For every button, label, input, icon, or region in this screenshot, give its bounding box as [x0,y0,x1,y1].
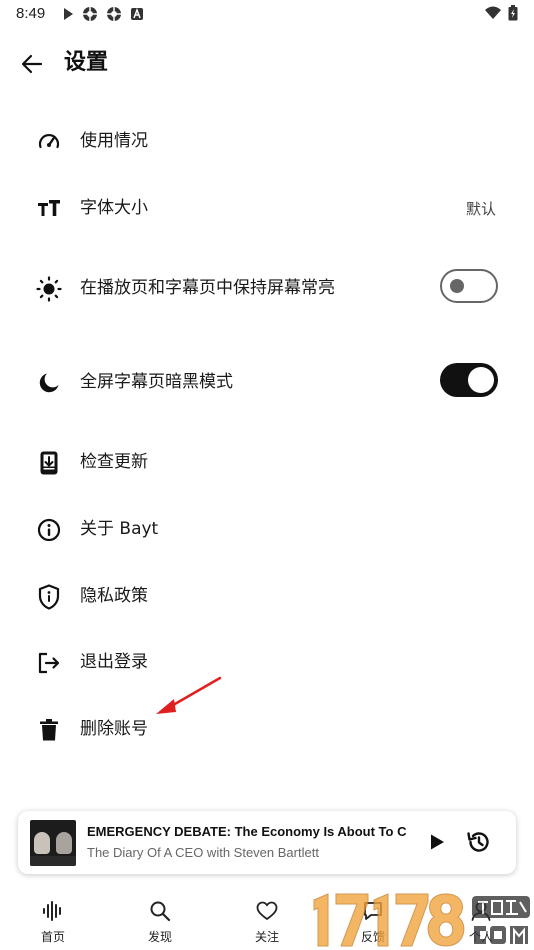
nav-label: 发现 [147,930,172,944]
font-size-value: 默认 [465,200,496,218]
settings-item-label: 关于 Bayt [80,519,159,539]
mini-player-subtitle: The Diary Of A CEO with Steven Bartlett [87,845,319,860]
moon-icon [36,370,62,396]
nav-tab-feedback[interactable]: 反馈 [338,896,408,946]
settings-item-privacy[interactable]: 隐私政策 [0,571,534,621]
nav-label: 首页 [40,930,65,944]
nav-label: 关注 [254,930,279,944]
status-notification-icons [62,6,144,22]
speedometer-icon [36,129,62,155]
settings-item-font-size[interactable]: 字体大小 默认 [0,183,534,233]
settings-item-about[interactable]: 关于 Bayt [0,504,534,554]
user-icon [468,898,494,924]
settings-item-keep-screen-on[interactable]: 在播放页和字幕页中保持屏幕常亮 [0,263,534,313]
settings-item-usage[interactable]: 使用情况 [0,116,534,166]
shield-icon [36,584,62,610]
podcast-cover-art [30,820,76,866]
history-icon [467,832,489,852]
toggle-knob [468,367,494,393]
bottom-nav: 首页 发现 关注 反馈 个人 [0,888,534,950]
settings-item-label: 删除账号 [80,719,148,739]
settings-item-label: 隐私政策 [80,586,148,606]
back-button[interactable] [16,48,48,80]
battery-icon [508,5,518,21]
mini-player-title: EMERGENCY DEBATE: The Economy Is About T… [87,824,407,839]
play-button[interactable] [424,829,450,855]
toggle-knob [450,279,464,293]
sun-icon [36,276,62,302]
settings-item-delete-account[interactable]: 删除账号 [0,704,534,754]
app-header: 设置 [0,40,534,86]
page-title: 设置 [64,50,109,75]
dark-mode-toggle[interactable] [440,363,498,397]
nav-tab-follow[interactable]: 关注 [232,896,302,946]
heart-icon [254,898,280,924]
app-notification-icon [131,7,143,20]
settings-item-label: 字体大小 [80,198,148,218]
annotation-arrow-icon [156,676,222,714]
info-icon [36,517,62,543]
status-bar: 8:49 [0,0,534,28]
settings-item-label: 全屏字幕页暗黑模式 [80,372,233,392]
text-size-icon [36,196,62,222]
nav-tab-me[interactable]: 个人 [446,896,516,946]
phone-download-icon [36,450,62,476]
wifi-icon [485,6,501,19]
play-icon [431,834,444,850]
settings-item-check-update[interactable]: 检查更新 [0,437,534,487]
status-time: 8:49 [16,5,46,22]
chat-bubble-icon [360,898,386,924]
settings-item-logout[interactable]: 退出登录 [0,637,534,687]
app-notification-icon [107,7,121,21]
nav-label: 反馈 [360,930,385,944]
play-notification-icon [64,8,73,20]
settings-item-label: 在播放页和字幕页中保持屏幕常亮 [80,278,335,298]
nav-tab-home[interactable]: 首页 [18,896,88,946]
settings-item-label: 退出登录 [80,652,148,672]
waveform-icon [40,898,66,924]
trash-icon [36,717,62,743]
nav-label: 个人 [468,930,493,944]
history-button[interactable] [464,828,492,856]
logout-icon [36,650,62,676]
search-icon [147,898,173,924]
keep-screen-on-toggle[interactable] [440,269,498,303]
app-notification-icon [83,7,97,21]
mini-player[interactable]: EMERGENCY DEBATE: The Economy Is About T… [18,811,516,874]
settings-item-label: 检查更新 [80,452,148,472]
arrow-left-icon [21,54,43,74]
nav-tab-discover[interactable]: 发现 [125,896,195,946]
settings-item-label: 使用情况 [80,131,148,151]
status-system-icons [484,5,518,21]
settings-item-dark-mode[interactable]: 全屏字幕页暗黑模式 [0,357,534,407]
